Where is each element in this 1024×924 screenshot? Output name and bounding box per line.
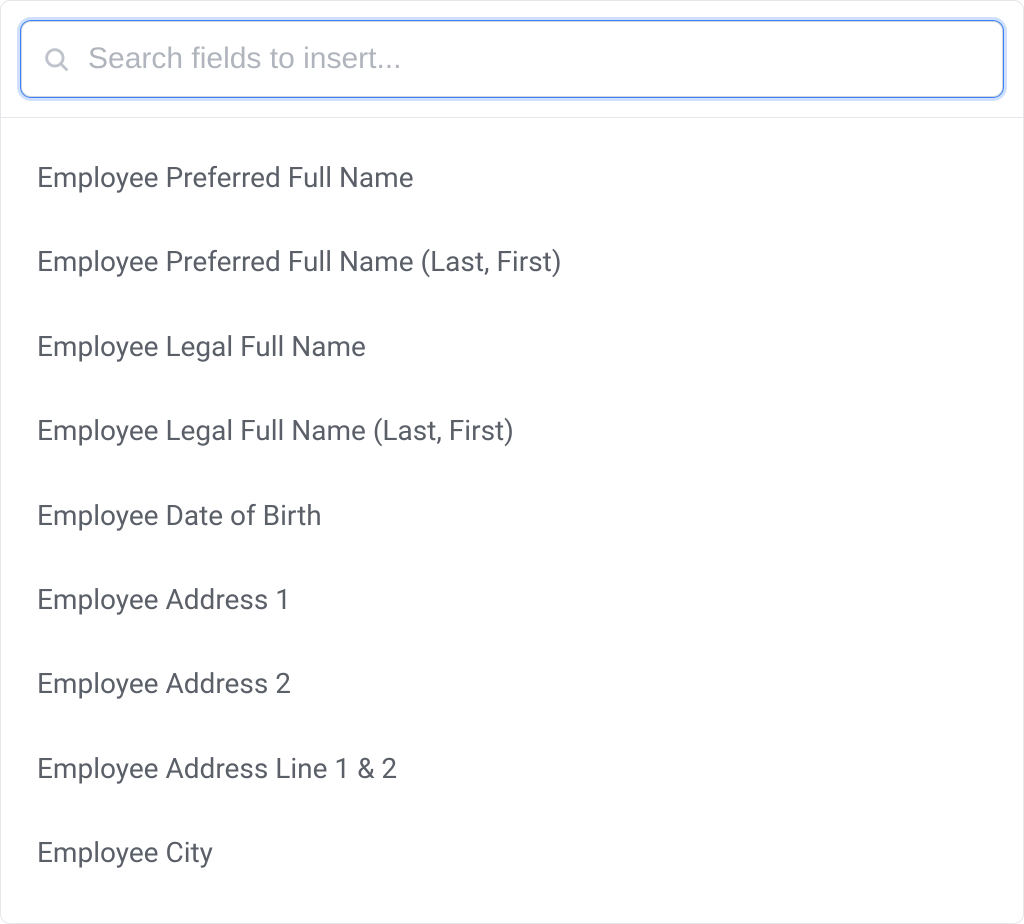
search-bar-wrapper bbox=[1, 1, 1023, 118]
list-item-label: Employee City bbox=[37, 836, 213, 869]
field-picker-panel: Employee Preferred Full Name Employee Pr… bbox=[0, 0, 1024, 924]
list-item[interactable]: Employee Date of Birth bbox=[1, 474, 1023, 558]
list-item[interactable]: Employee Preferred Full Name (Last, Firs… bbox=[1, 220, 1023, 304]
list-item[interactable]: Employee City bbox=[1, 811, 1023, 895]
list-item[interactable]: Employee Address Line 1 & 2 bbox=[1, 727, 1023, 811]
list-item-label: Employee Address 1 bbox=[37, 583, 291, 616]
search-box[interactable] bbox=[21, 21, 1003, 97]
list-item-label: Employee Date of Birth bbox=[37, 499, 322, 532]
field-list: Employee Preferred Full Name Employee Pr… bbox=[1, 118, 1023, 896]
search-input[interactable] bbox=[88, 22, 982, 96]
list-item[interactable]: Employee Legal Full Name bbox=[1, 305, 1023, 389]
list-item-label: Employee Address 2 bbox=[37, 667, 291, 700]
list-item-label: Employee Preferred Full Name (Last, Firs… bbox=[37, 245, 562, 278]
list-item[interactable]: Employee Preferred Full Name bbox=[1, 136, 1023, 220]
list-item-label: Employee Preferred Full Name bbox=[37, 161, 414, 194]
search-icon bbox=[42, 45, 70, 73]
list-item-label: Employee Address Line 1 & 2 bbox=[37, 752, 397, 785]
list-item[interactable]: Employee Address 1 bbox=[1, 558, 1023, 642]
list-item[interactable]: Employee Address 2 bbox=[1, 642, 1023, 726]
list-item[interactable]: Employee Legal Full Name (Last, First) bbox=[1, 389, 1023, 473]
list-item-label: Employee Legal Full Name bbox=[37, 330, 366, 363]
list-item-label: Employee Legal Full Name (Last, First) bbox=[37, 414, 514, 447]
